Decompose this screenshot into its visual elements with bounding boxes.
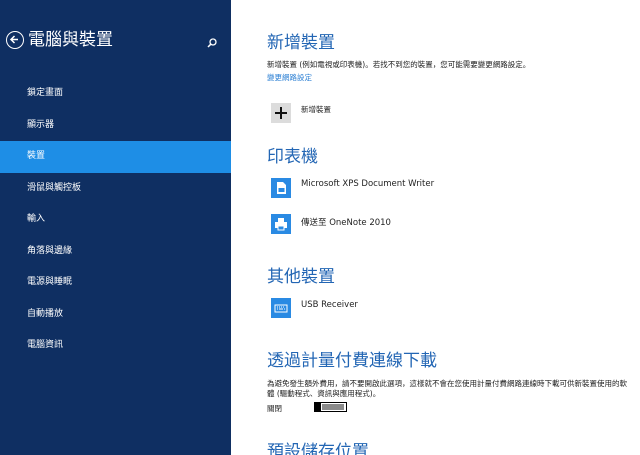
- sidebar-item-mouse-touchpad[interactable]: 滑鼠與觸控板: [0, 173, 231, 205]
- sidebar-item-typing[interactable]: 輸入: [0, 204, 231, 236]
- sidebar: 電腦與裝置 鎖定畫面 顯示器 裝置 滑鼠與觸控板 輸入 角落與邊緣 電源與睡眠 …: [0, 0, 231, 455]
- metered-download-title: 透過計量付費連線下載: [267, 351, 437, 371]
- back-arrow-icon: [9, 35, 18, 44]
- sidebar-title: 電腦與裝置: [28, 30, 113, 50]
- add-devices-description: 新增裝置 (例如電視或印表機)。若找不到您的裝置，您可能需要變更網路設定。: [267, 60, 531, 69]
- sidebar-item-autoplay[interactable]: 自動播放: [0, 299, 231, 331]
- document-printer-icon: [277, 182, 286, 194]
- sidebar-item-display[interactable]: 顯示器: [0, 110, 231, 142]
- sidebar-nav: 鎖定畫面 顯示器 裝置 滑鼠與觸控板 輸入 角落與邊緣 電源與睡眠 自動播放 電…: [0, 78, 231, 362]
- sidebar-header: 電腦與裝置: [0, 28, 231, 54]
- usb-receiver-device[interactable]: [271, 298, 291, 318]
- metered-download-description: 為避免發生額外費用，請不要開啟此選項，這樣就不會在您使用計量付費網路連線時下載可…: [267, 379, 627, 398]
- toggle-knob: [314, 402, 321, 412]
- device-label: 傳送至 OneNote 2010: [301, 218, 391, 228]
- sidebar-item-lock-screen[interactable]: 鎖定畫面: [0, 78, 231, 110]
- sidebar-item-pc-info[interactable]: 電腦資訊: [0, 330, 231, 362]
- main-content: 新增裝置 新增裝置 (例如電視或印表機)。若找不到您的裝置，您可能需要變更網路設…: [231, 0, 640, 455]
- sidebar-item-corners-edges[interactable]: 角落與邊緣: [0, 236, 231, 268]
- back-button[interactable]: [6, 31, 24, 49]
- keyboard-icon: [274, 304, 288, 313]
- search-icon: [207, 38, 217, 48]
- sidebar-item-power-sleep[interactable]: 電源與睡眠: [0, 267, 231, 299]
- search-button[interactable]: [205, 35, 219, 49]
- metered-toggle-label: 關閉: [267, 404, 282, 413]
- sidebar-item-devices[interactable]: 裝置: [0, 141, 231, 173]
- default-storage-title: 預設儲存位置: [267, 442, 369, 455]
- device-label: Microsoft XPS Document Writer: [301, 179, 435, 189]
- other-devices-title: 其他裝置: [267, 267, 335, 287]
- printer-device-xps[interactable]: [271, 178, 291, 198]
- add-device-button[interactable]: [271, 103, 291, 123]
- plus-icon: [275, 107, 287, 119]
- device-label: USB Receiver: [301, 300, 358, 310]
- toggle-fill: [322, 404, 344, 410]
- change-network-settings-link[interactable]: 變更網路設定: [267, 72, 312, 83]
- printer-device-onenote[interactable]: [271, 214, 291, 234]
- printer-icon: [275, 218, 287, 231]
- metered-download-toggle[interactable]: [314, 402, 347, 412]
- add-devices-title: 新增裝置: [267, 33, 335, 53]
- printers-title: 印表機: [267, 147, 318, 167]
- add-device-label: 新增裝置: [301, 105, 331, 114]
